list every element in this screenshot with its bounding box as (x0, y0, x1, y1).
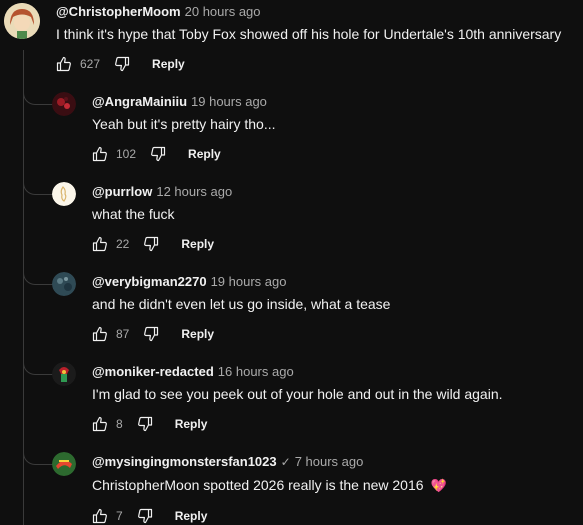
thumbs-up-icon[interactable] (56, 56, 72, 72)
thread-connector (23, 270, 54, 285)
timestamp[interactable]: 19 hours ago (211, 274, 287, 289)
heart-emoji-icon: 💖 (430, 478, 447, 493)
thumbs-up-icon[interactable] (92, 146, 108, 162)
author-name[interactable]: @purrlow (92, 184, 152, 199)
thumbs-up-icon[interactable] (92, 508, 108, 524)
thumbs-up-icon[interactable] (92, 236, 108, 252)
comment-text: I think it's hype that Toby Fox showed o… (56, 26, 562, 42)
thread-connector (23, 90, 54, 105)
thread-connector (23, 360, 54, 375)
author-name[interactable]: @AngraMainiiu (92, 94, 187, 109)
like-count: 627 (80, 57, 101, 71)
comment-text: I'm glad to see you peek out of your hol… (92, 386, 503, 402)
comment-text-body: ChristopherMoon spotted 2026 really is t… (92, 477, 424, 493)
reply-button[interactable]: Reply (175, 417, 208, 431)
comment-actions: 102 Reply (92, 146, 221, 162)
comment-header: @purrlow 12 hours ago (92, 184, 232, 199)
author-name[interactable]: @moniker-redacted (92, 364, 214, 379)
timestamp[interactable]: 16 hours ago (218, 364, 294, 379)
timestamp[interactable]: 20 hours ago (185, 4, 261, 19)
thumbs-down-icon[interactable] (143, 236, 159, 252)
verified-check-icon: ✓ (280, 455, 291, 469)
comment-actions: 7 Reply (92, 508, 207, 524)
avatar[interactable] (52, 182, 76, 206)
timestamp[interactable]: 19 hours ago (191, 94, 267, 109)
comment-actions: 8 Reply (92, 416, 207, 432)
comment-header: @moniker-redacted 16 hours ago (92, 364, 294, 379)
reply-button[interactable]: Reply (181, 237, 214, 251)
comment-text: what the fuck (92, 206, 175, 222)
avatar[interactable] (52, 272, 76, 296)
like-count: 22 (116, 237, 130, 251)
comment-text: and he didn't even let us go inside, wha… (92, 296, 391, 312)
thread-connector (23, 180, 54, 195)
thumbs-down-icon[interactable] (114, 56, 130, 72)
comment-actions: 22 Reply (92, 236, 214, 252)
author-name[interactable]: @verybigman2270 (92, 274, 207, 289)
thumbs-down-icon[interactable] (150, 146, 166, 162)
thumbs-down-icon[interactable] (137, 508, 153, 524)
comment-header: @verybigman2270 19 hours ago (92, 274, 286, 289)
thumbs-down-icon[interactable] (137, 416, 153, 432)
comment-text: Yeah but it's pretty hairy tho... (92, 116, 276, 132)
like-count: 8 (116, 417, 123, 431)
comment-header: @mysingingmonstersfan1023 ✓ 7 hours ago (92, 454, 363, 469)
comment-header: @ChristopherMoom 20 hours ago (56, 4, 261, 19)
thumbs-up-icon[interactable] (92, 416, 108, 432)
thumbs-up-icon[interactable] (92, 326, 108, 342)
comment-text: ChristopherMoon spotted 2026 really is t… (92, 477, 447, 494)
like-count: 87 (116, 327, 130, 341)
timestamp[interactable]: 12 hours ago (156, 184, 232, 199)
avatar[interactable] (52, 92, 76, 116)
comment-header: @AngraMainiiu 19 hours ago (92, 94, 267, 109)
timestamp[interactable]: 7 hours ago (295, 454, 364, 469)
author-name[interactable]: @ChristopherMoom (56, 4, 181, 19)
like-count: 7 (116, 509, 123, 523)
thumbs-down-icon[interactable] (143, 326, 159, 342)
thread-connector (23, 450, 54, 465)
reply-button[interactable]: Reply (188, 147, 221, 161)
reply-button[interactable]: Reply (152, 57, 185, 71)
comment-actions: 87 Reply (92, 326, 214, 342)
avatar[interactable] (4, 3, 40, 39)
reply-button[interactable]: Reply (175, 509, 208, 523)
like-count: 102 (116, 147, 137, 161)
avatar[interactable] (52, 452, 76, 476)
avatar[interactable] (52, 362, 76, 386)
author-name[interactable]: @mysingingmonstersfan1023 (92, 454, 277, 469)
reply-button[interactable]: Reply (181, 327, 214, 341)
comment-actions: 627 Reply (56, 56, 185, 72)
